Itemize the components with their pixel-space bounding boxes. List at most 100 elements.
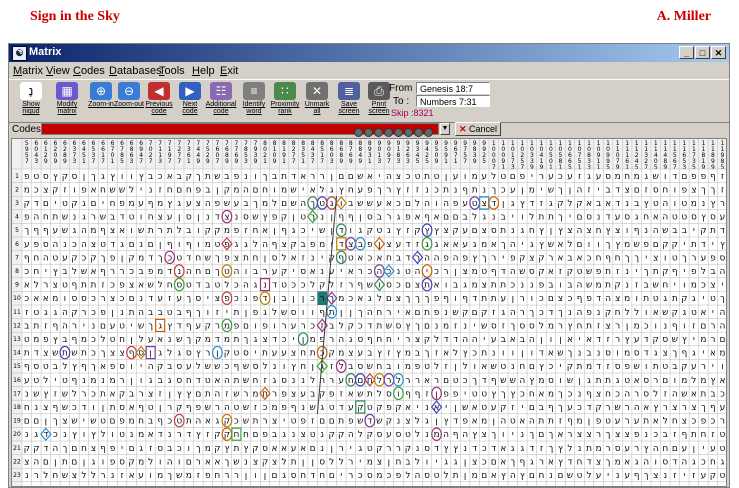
matrix-letter: ד	[310, 471, 315, 481]
show-niqud-button[interactable]: נָ Show niqud	[11, 82, 51, 120]
matrix-letter: ר	[663, 403, 668, 413]
matrix-letter: כ	[34, 185, 39, 195]
matrix-letter: ש	[62, 213, 68, 223]
matrix-letter: כ	[434, 185, 439, 195]
matrix-letter: ח	[662, 185, 668, 195]
row-header: 6	[15, 241, 19, 248]
matrix-letter: ש	[633, 362, 639, 372]
menu-tools[interactable]: Tools	[159, 65, 185, 77]
matrix-letter: ס	[519, 321, 525, 331]
matrix-letter: פ	[119, 417, 125, 427]
row-header: 22	[13, 458, 21, 465]
menu-exit[interactable]: Exit	[220, 65, 238, 77]
matrix-letter: צ	[377, 457, 382, 467]
matrix-letter: ק	[157, 362, 163, 372]
code-marker	[394, 128, 403, 137]
matrix-letter: ח	[43, 213, 49, 223]
matrix-letter: ו	[426, 457, 428, 467]
matrix-letter: ר	[634, 444, 639, 454]
menu-view[interactable]: View	[46, 65, 70, 77]
matrix-letter: ו	[73, 185, 75, 195]
matrix-letter: ם	[129, 294, 135, 304]
matrix-letter: ח	[376, 335, 382, 345]
matrix-letter: ח	[33, 267, 39, 277]
matrix-letter: כ	[406, 172, 411, 182]
matrix-letter: מ	[157, 199, 163, 209]
matrix-letter: ם	[176, 185, 182, 195]
from-field[interactable]: Genesis 18:7	[416, 82, 490, 94]
matrix-letter: ק	[33, 444, 39, 454]
matrix-letter: ר	[615, 335, 620, 345]
matrix-letter: נ	[482, 185, 486, 195]
matrix-letter: ר	[91, 213, 96, 223]
to-field[interactable]: Numbers 7:31	[416, 95, 490, 107]
matrix-letter: ן	[464, 471, 466, 481]
page-header: Sign in the Sky A. Miller	[0, 0, 739, 40]
letter-matrix: 5957604361296209628963736451653766176701…	[11, 138, 727, 487]
matrix-letter: א	[557, 430, 563, 440]
matrix-letter: ק	[367, 226, 373, 236]
matrix-letter: צ	[396, 172, 401, 182]
matrix-letter: א	[348, 267, 354, 277]
matrix-letter: צ	[663, 349, 668, 359]
menu-codes[interactable]: Codes	[73, 65, 105, 77]
matrix-letter: ש	[357, 417, 363, 427]
matrix-letter: ט	[605, 417, 611, 427]
matrix-letter: י	[226, 308, 228, 318]
matrix-letter: ג	[358, 444, 362, 454]
maximize-button[interactable]: □	[695, 46, 710, 59]
matrix-letter: א	[605, 199, 611, 209]
matrix-svg: 5 9 5 76 0 4 36 1 2 96 2 0 96 2 8 96 3 7 36 4 5 16 5 3 76 6 1 76 7 0 1…	[12, 139, 726, 486]
matrix-letter: צ	[110, 226, 115, 236]
matrix-letter: א	[367, 172, 373, 182]
column-header: 8021	[263, 140, 267, 165]
matrix-letter: ב	[463, 213, 468, 223]
cancel-button[interactable]: ✕ Cancel	[455, 122, 501, 136]
matrix-letter: ף	[453, 430, 459, 440]
matrix-letter: ח	[615, 308, 621, 318]
codes-dropdown-arrow-icon[interactable]: ▼	[440, 123, 450, 135]
minimize-button[interactable]: _	[679, 46, 694, 59]
matrix-letter: ר	[520, 294, 525, 304]
matrix-letter: ב	[158, 376, 163, 386]
matrix-letter: ר	[653, 376, 658, 386]
matrix-letter: ח	[319, 471, 325, 481]
column-header: 11735	[692, 140, 696, 171]
menu-help[interactable]: Help	[192, 65, 215, 77]
matrix-letter: ד	[110, 240, 115, 250]
matrix-letter: ו	[473, 362, 475, 372]
matrix-letter: א	[300, 444, 306, 454]
matrix-letter: ר	[320, 172, 325, 182]
matrix-letter: א	[472, 403, 478, 413]
matrix-letter: מ	[90, 226, 96, 236]
matrix-letter: ת	[596, 376, 602, 386]
matrix-letter: ן	[121, 253, 123, 263]
matrix-letter: ך	[186, 335, 191, 345]
matrix-letter: ך	[606, 430, 611, 440]
matrix-letter: ח	[624, 172, 630, 182]
window-titlebar[interactable]: ☯ Matrix _ □ ✕	[9, 44, 729, 62]
matrix-letter: צ	[482, 226, 487, 236]
matrix-letter: ד	[501, 267, 506, 277]
matrix-letter: ז	[159, 389, 162, 399]
matrix-letter: ג	[158, 349, 162, 359]
matrix-letter: ז	[416, 185, 419, 195]
close-button[interactable]: ✕	[711, 46, 726, 59]
matrix-letter: ק	[319, 281, 325, 291]
matrix-letter: ט	[405, 267, 411, 277]
matrix-letter: ץ	[91, 430, 96, 440]
matrix-letter: י	[464, 389, 466, 399]
matrix-letter: ה	[52, 444, 58, 454]
menu-databases[interactable]: Databases	[109, 65, 162, 77]
matrix-letter: ך	[482, 253, 487, 263]
matrix-letter: ז	[435, 349, 438, 359]
matrix-letter: ת	[643, 417, 649, 427]
matrix-letter: ה	[720, 267, 726, 277]
matrix-letter: ט	[62, 376, 68, 386]
menu-matrix[interactable]: Matrix	[13, 65, 43, 77]
row-header: 9	[15, 282, 19, 289]
matrix-letter: ט	[472, 389, 478, 399]
matrix-letter: ז	[673, 430, 676, 440]
matrix-letter: ף	[72, 281, 78, 291]
matrix-letter: ם	[577, 213, 583, 223]
